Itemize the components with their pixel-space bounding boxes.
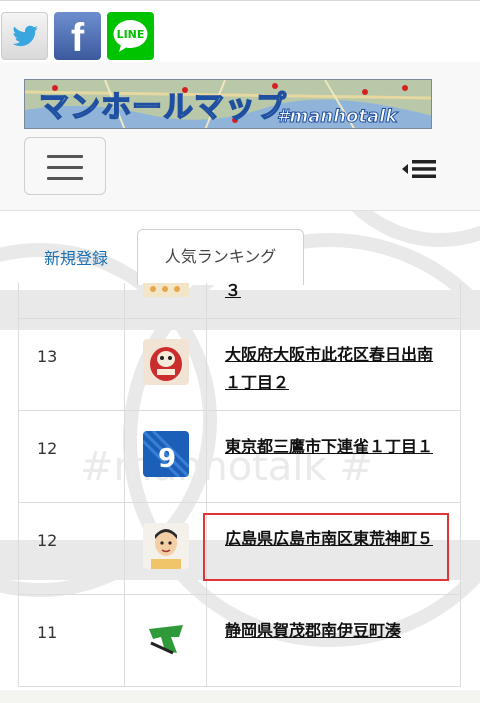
table-row: 11 静岡県賀茂郡南伊豆町湊 xyxy=(18,595,461,686)
row-divider xyxy=(18,686,461,687)
table-row: 12 9 東京都三鷹市下連雀１丁目１ xyxy=(18,411,461,502)
twitter-bird-icon xyxy=(12,25,39,47)
sidebar-toggle-icon[interactable] xyxy=(400,157,440,181)
thumb-cell xyxy=(124,319,206,410)
thumb-cell: 9 xyxy=(124,411,206,502)
table-row: 13 大阪府大阪市此花区春日出南１丁目２ xyxy=(18,319,461,410)
table-row: ３ xyxy=(18,283,461,318)
hamburger-icon xyxy=(47,155,83,158)
name-cell: ３ xyxy=(206,283,461,318)
name-cell: 東京都三鷹市下連雀１丁目１ xyxy=(206,411,461,502)
brand-logo[interactable]: マンホールマップ #manhotalk xyxy=(24,79,432,129)
facebook-share-button[interactable]: f xyxy=(54,12,101,60)
count-value: 12 xyxy=(37,439,58,458)
location-link[interactable]: 東京都三鷹市下連雀１丁目１ xyxy=(225,433,445,461)
tab-new-registration[interactable]: 新規登録 xyxy=(44,245,108,269)
twitter-share-button[interactable] xyxy=(1,12,48,60)
count-value: 11 xyxy=(37,623,58,642)
ranking-table: ３ 13 大阪府大阪市此花区春日出南１丁目２ 12 9 東京都三鷹市下連雀１丁目… xyxy=(18,283,461,703)
hamburger-icon-bar xyxy=(47,166,83,169)
count-cell: 12 xyxy=(18,503,124,594)
navbar: マンホールマップ #manhotalk xyxy=(0,62,480,211)
count-cell: 13 xyxy=(18,319,124,410)
jersey-9-icon: 9 xyxy=(143,431,189,477)
highlight-annotation-box xyxy=(203,513,449,581)
avatar-face-icon xyxy=(143,523,189,569)
line-share-button[interactable]: LINE xyxy=(107,12,154,60)
hamburger-menu-button[interactable] xyxy=(24,137,106,195)
manhole-thumbnail[interactable]: 9 xyxy=(143,431,189,477)
svg-text:9: 9 xyxy=(158,444,176,474)
hamburger-icon-bar xyxy=(47,177,83,180)
manhole-thumbnail[interactable] xyxy=(143,339,189,385)
manhole-thumbnail[interactable] xyxy=(143,523,189,569)
daruma-icon xyxy=(143,283,189,297)
green-m-logo-icon xyxy=(143,615,189,661)
brand-tagline: #manhotalk xyxy=(276,106,398,128)
thumb-cell xyxy=(124,503,206,594)
count-value: 12 xyxy=(37,531,58,550)
location-link[interactable]: 大阪府大阪市此花区春日出南１丁目２ xyxy=(225,341,445,397)
count-cell: 11 xyxy=(18,595,124,686)
manhole-thumbnail[interactable] xyxy=(143,615,189,661)
thumb-cell xyxy=(124,283,206,318)
location-link[interactable]: ３ xyxy=(225,283,445,305)
name-cell: 大阪府大阪市此花区春日出南１丁目２ xyxy=(206,319,461,410)
facebook-f-icon: f xyxy=(70,16,85,60)
count-cell: 12 xyxy=(18,411,124,502)
count-cell xyxy=(18,283,124,318)
brand-title: マンホールマップ xyxy=(38,89,287,126)
tab-bar: 新規登録 人気ランキング xyxy=(0,210,480,285)
tab-popular-ranking[interactable]: 人気ランキング xyxy=(137,229,304,285)
daruma-icon xyxy=(143,339,189,385)
count-value: 13 xyxy=(37,347,58,366)
bottom-strip xyxy=(0,690,480,703)
location-link[interactable]: 静岡県賀茂郡南伊豆町湊 xyxy=(225,617,445,645)
name-cell: 静岡県賀茂郡南伊豆町湊 xyxy=(206,595,461,686)
line-label: LINE xyxy=(116,28,145,41)
share-bar: f LINE xyxy=(0,0,480,63)
thumb-cell xyxy=(124,595,206,686)
